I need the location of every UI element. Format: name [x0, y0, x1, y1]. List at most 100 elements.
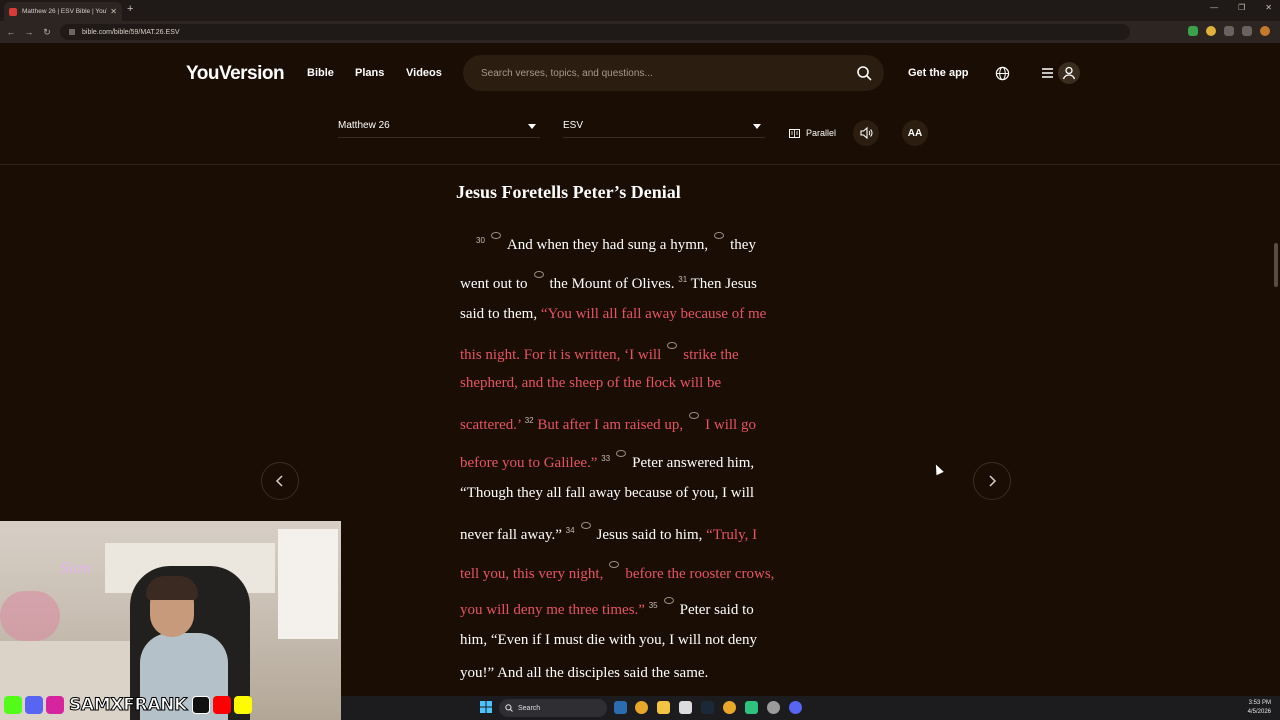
get-app-link[interactable]: Get the app [908, 67, 969, 79]
tab-title: Matthew 26 | ESV Bible | YouVe [22, 8, 108, 15]
discord-taskbar-icon[interactable] [789, 701, 802, 714]
webcam-flowers [0, 591, 60, 641]
windows-start-icon[interactable] [480, 701, 492, 713]
verse-line: never fall away.” 34 Jesus said to him, “… [460, 522, 757, 544]
chrome-active-icon[interactable] [723, 701, 736, 714]
window-controls: — ❐ ✕ [1210, 3, 1272, 12]
passage-text: 30 And when they had sung a hymn, they wen… [456, 0, 836, 696]
verse-line: him, “Even if I must die with you, I wil… [460, 632, 757, 649]
words-of-christ: before the rooster crows, [625, 566, 775, 582]
store-icon[interactable] [679, 701, 692, 714]
footnote-icon[interactable] [533, 271, 544, 278]
system-clock[interactable]: 3:53 PM 4/5/2026 [1248, 699, 1271, 717]
new-tab-icon[interactable]: + [127, 3, 133, 15]
next-chapter-button[interactable] [973, 462, 1011, 500]
scrollbar-thumb[interactable] [1274, 243, 1278, 287]
webcam-window [278, 529, 338, 639]
webcam-person-hair [146, 576, 198, 600]
chevron-left-icon [275, 475, 283, 487]
words-of-christ: But after I am raised up, [537, 417, 684, 433]
nav-bible[interactable]: Bible [307, 67, 334, 79]
clock-time: 3:53 PM [1248, 700, 1271, 706]
words-of-christ: you will deny me three times.” [460, 602, 645, 618]
site-info-icon[interactable] [68, 28, 76, 36]
verse-text: Then Jesus [690, 276, 757, 292]
verse-number[interactable]: 30 [476, 236, 485, 245]
x-icon [192, 696, 210, 714]
sidebar-icon[interactable] [1242, 26, 1252, 36]
forward-icon[interactable]: → [20, 27, 38, 37]
font-settings-button[interactable]: AA [902, 120, 928, 146]
reload-icon[interactable]: ↻ [38, 27, 56, 38]
minimize-icon[interactable]: — [1210, 3, 1218, 12]
verse-number[interactable]: 35 [649, 601, 658, 610]
taskbar: Search 3:53 PM 4/5/2026 [341, 696, 1280, 720]
settings-icon[interactable] [767, 701, 780, 714]
verse-line: scattered.’ 32 But after I am raised up,… [460, 412, 756, 434]
tab-close-icon[interactable]: ✕ [110, 7, 117, 16]
verse-text: they [730, 237, 756, 253]
discord-icon [25, 696, 43, 714]
words-of-christ: I will go [705, 417, 756, 433]
youversion-logo[interactable]: YouVersion [186, 63, 285, 85]
back-icon[interactable]: ← [2, 27, 20, 37]
browser-tab[interactable]: Matthew 26 | ESV Bible | YouVe ✕ [4, 2, 122, 21]
verse-number[interactable]: 33 [601, 454, 610, 463]
footnote-icon[interactable] [663, 597, 674, 604]
file-explorer-icon[interactable] [657, 701, 670, 714]
globe-icon[interactable] [995, 66, 1010, 81]
youtube-icon [213, 696, 231, 714]
chrome-icon[interactable] [635, 701, 648, 714]
verse-line: 30 And when they had sung a hymn, they [476, 232, 756, 254]
words-of-christ: strike the [683, 347, 739, 363]
extension-icon[interactable] [1188, 26, 1198, 36]
words-of-christ: scattered.’ [460, 417, 521, 433]
search-icon[interactable] [856, 65, 872, 81]
footnote-icon[interactable] [667, 342, 678, 349]
verse-text: Peter answered him, [632, 455, 755, 471]
clock-date: 4/5/2026 [1247, 709, 1271, 715]
words-of-christ: shepherd, and the sheep of the flock wil… [460, 375, 722, 391]
footnote-icon[interactable] [714, 232, 725, 239]
taskbar-search[interactable]: Search [499, 699, 607, 717]
audio-button[interactable] [853, 120, 879, 146]
snapchat-icon [234, 696, 252, 714]
app-icon[interactable] [745, 701, 758, 714]
verse-line: went out to the Mount of Olives. 31 Then … [460, 271, 757, 293]
url-text: bible.com/bible/59/MAT.26.ESV [82, 28, 180, 36]
user-avatar-icon[interactable] [1058, 62, 1080, 84]
verse-text: “Though they all fall away because of yo… [460, 485, 755, 501]
puzzle-icon[interactable] [1224, 26, 1234, 36]
verse-text: went out to [460, 276, 528, 292]
footnote-icon[interactable] [616, 450, 627, 457]
verse-line: said to them, “You will all fall away be… [460, 306, 766, 323]
verse-text: never fall away.” [460, 527, 562, 543]
steam-icon[interactable] [701, 701, 714, 714]
book-chapter-label: Matthew 26 [338, 120, 390, 131]
edge-icon[interactable] [614, 701, 627, 714]
footnote-icon[interactable] [609, 561, 620, 568]
chevron-right-icon [989, 475, 997, 487]
words-of-christ: “Truly, I [706, 527, 758, 543]
moon-icon[interactable] [1206, 26, 1216, 36]
words-of-christ: “You will all fall away because of me [540, 306, 767, 322]
restore-icon[interactable]: ❐ [1238, 3, 1245, 12]
menu-icon[interactable] [1041, 66, 1054, 80]
close-window-icon[interactable]: ✕ [1265, 3, 1272, 12]
footnote-icon[interactable] [580, 522, 591, 529]
verse-number[interactable]: 32 [525, 416, 534, 425]
nav-plans[interactable]: Plans [355, 67, 384, 79]
verse-text: him, “Even if I must die with you, I wil… [460, 632, 758, 648]
verse-text: you!” And all the disciples said the sam… [460, 665, 709, 681]
profile-icon[interactable] [1260, 26, 1270, 36]
verse-number[interactable]: 34 [566, 526, 575, 535]
verse-number[interactable]: 31 [678, 275, 687, 284]
search-icon [505, 704, 513, 712]
footnote-icon[interactable] [689, 412, 700, 419]
previous-chapter-button[interactable] [261, 462, 299, 500]
footnote-icon[interactable] [490, 232, 501, 239]
youversion-favicon-icon [9, 7, 17, 16]
nav-videos[interactable]: Videos [406, 67, 442, 79]
speaker-icon [860, 126, 873, 140]
page-scrollbar[interactable] [1272, 43, 1280, 696]
